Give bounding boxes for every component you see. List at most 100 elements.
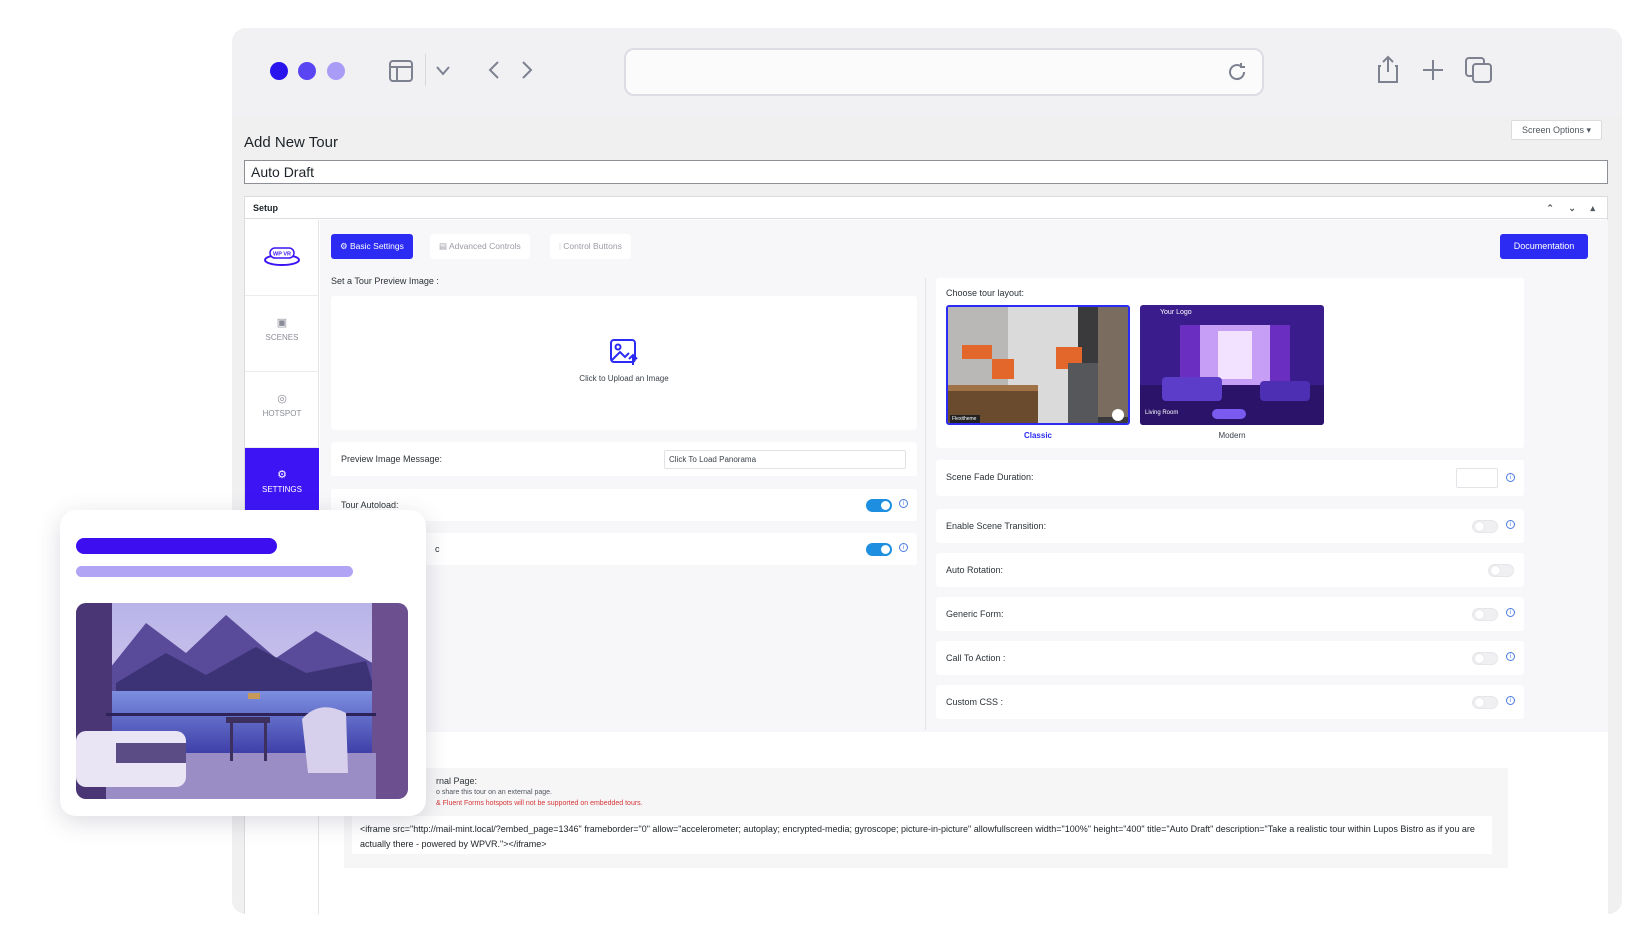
call-to-action-row: Call To Action : i <box>936 641 1524 675</box>
call-to-action-toggle[interactable] <box>1472 652 1498 665</box>
toolbar-divider <box>425 54 426 86</box>
preview-message-value: Click To Load Panorama <box>669 455 757 464</box>
info-icon[interactable]: i <box>899 499 908 508</box>
sidebar-item-label: HOTSPOT <box>262 409 302 418</box>
embed-code-field[interactable]: <iframe src="http://mail-mint.local/?emb… <box>352 816 1492 854</box>
auto-rotation-label: Auto Rotation: <box>946 565 1004 575</box>
generic-form-label: Generic Form: <box>946 609 1004 619</box>
enable-scene-transition-row: Enable Scene Transition: i <box>936 509 1524 543</box>
preview-message-input[interactable]: Click To Load Panorama <box>664 450 906 469</box>
new-tab-plus-icon[interactable] <box>1421 58 1445 82</box>
sidebar-item-label: SETTINGS <box>261 485 302 494</box>
tab-label: Advanced Controls <box>448 241 521 251</box>
setting-toggle[interactable] <box>866 543 892 556</box>
placeholder-title-bar <box>76 538 277 554</box>
preview-image-upload[interactable]: Click to Upload an Image <box>331 296 917 430</box>
sidebar-item-label: SCENES <box>265 333 299 342</box>
back-arrow-icon[interactable] <box>487 60 501 80</box>
window-minimize-dot[interactable] <box>298 62 316 80</box>
sidebar-item-hotspot[interactable]: ◎ HOTSPOT <box>245 372 319 448</box>
preview-message-row: Preview Image Message: Click To Load Pan… <box>331 442 917 476</box>
layout-classic-caption[interactable]: Classic <box>946 431 1130 440</box>
chevron-down-icon[interactable] <box>435 64 451 78</box>
wp-admin-page: Screen Options ▾ Add New Tour Auto Draft… <box>232 116 1622 914</box>
setup-label: Setup <box>253 203 279 213</box>
tour-title-input[interactable]: Auto Draft <box>244 160 1608 184</box>
screen-options-button[interactable]: Screen Options ▾ <box>1510 120 1602 140</box>
tab-advanced-controls[interactable]: ▤ Advanced Controls <box>430 234 530 259</box>
info-icon[interactable]: i <box>1506 608 1515 617</box>
forward-arrow-icon[interactable] <box>520 60 534 80</box>
classic-preview-image <box>948 307 1128 423</box>
upload-text: Click to Upload an Image <box>579 374 669 383</box>
embed-box: rnal Page: o share this tour on an exter… <box>344 768 1508 868</box>
sidebar-item-scenes[interactable]: ▣ SCENES <box>245 296 319 372</box>
modern-room-label: Living Room <box>1145 410 1179 416</box>
floating-preview-card <box>60 510 426 816</box>
preview-image-label: Set a Tour Preview Image : <box>331 276 439 286</box>
settings-icon: ⚙ <box>340 241 348 251</box>
tabs-overview-icon[interactable] <box>1464 56 1494 84</box>
embed-warning: & Fluent Forms hotspots will not be supp… <box>436 800 643 807</box>
page-title: Add New Tour <box>244 134 338 151</box>
embed-description: o share this tour on an external page. <box>436 789 552 796</box>
tab-control-buttons[interactable]: ⦙ Control Buttons <box>550 234 631 259</box>
documentation-button[interactable]: Documentation <box>1500 234 1588 259</box>
column-divider <box>925 278 926 730</box>
wpvr-logo-icon: WP VR <box>264 247 300 266</box>
classic-badge: Flexitheme <box>952 416 977 422</box>
browser-window: Screen Options ▾ Add New Tour Auto Draft… <box>232 28 1622 914</box>
tab-label: Basic Settings <box>350 241 404 251</box>
layout-label: Choose tour layout: <box>946 288 1025 298</box>
window-maximize-dot[interactable] <box>327 62 345 80</box>
scene-fade-input[interactable] <box>1456 468 1498 488</box>
wpvr-logo-text: WP VR <box>273 252 291 258</box>
tour-autoload-toggle[interactable] <box>866 499 892 512</box>
wpvr-logo: WP VR <box>245 220 319 296</box>
address-bar[interactable] <box>624 48 1264 96</box>
tab-basic-settings[interactable]: ⚙ Basic Settings <box>331 234 413 259</box>
modern-logo-text: Your Logo <box>1160 309 1192 316</box>
image-upload-icon <box>610 339 638 365</box>
setup-header[interactable]: Setup ⌃ ⌄ ▴ <box>245 197 1607 219</box>
layout-modern-thumb[interactable]: Your Logo Living Room <box>1140 305 1324 425</box>
panorama-preview-image <box>76 603 408 799</box>
scene-fade-label: Scene Fade Duration: <box>946 472 1034 482</box>
placeholder-subtitle-bar <box>76 566 353 577</box>
info-icon[interactable]: i <box>1506 696 1515 705</box>
auto-rotation-row: Auto Rotation: <box>936 553 1524 587</box>
metabox-arrows[interactable]: ⌃ ⌄ ▴ <box>1546 197 1601 219</box>
lake-balcony-illustration <box>76 603 408 799</box>
controls-icon: ▤ <box>439 241 448 251</box>
info-icon[interactable]: i <box>1506 473 1515 482</box>
info-icon[interactable]: i <box>1506 652 1515 661</box>
reload-icon[interactable] <box>1226 61 1248 83</box>
window-close-dot[interactable] <box>270 62 288 80</box>
auto-rotation-toggle[interactable] <box>1488 564 1514 577</box>
share-icon[interactable] <box>1376 54 1400 84</box>
scene-fade-duration-row: Scene Fade Duration: i <box>936 460 1524 496</box>
image-icon: ▣ <box>276 317 288 329</box>
embed-title: rnal Page: <box>436 776 478 786</box>
info-icon[interactable]: i <box>1506 520 1515 529</box>
tab-label: Control Buttons <box>563 241 622 251</box>
buttons-icon: ⦙ <box>559 241 561 251</box>
embed-section: rnal Page: o share this tour on an exter… <box>320 732 1608 914</box>
layout-modern-caption[interactable]: Modern <box>1140 431 1324 440</box>
tour-layout-chooser: Choose tour layout: Flexitheme Classic Y… <box>936 278 1524 448</box>
generic-form-toggle[interactable] <box>1472 608 1498 621</box>
setting-row-label: c <box>435 544 440 554</box>
gear-icon: ⚙ <box>277 469 287 481</box>
browser-toolbar <box>232 28 1622 116</box>
call-to-action-label: Call To Action : <box>946 653 1006 663</box>
scene-transition-toggle[interactable] <box>1472 520 1498 533</box>
sidebar-toggle-icon[interactable] <box>388 58 414 84</box>
info-icon[interactable]: i <box>899 543 908 552</box>
settings-content: ⚙ Basic Settings ▤ Advanced Controls ⦙ C… <box>320 220 1608 914</box>
layout-classic-thumb[interactable]: Flexitheme <box>946 305 1130 425</box>
hotspot-icon: ◎ <box>277 393 287 405</box>
scene-transition-label: Enable Scene Transition: <box>946 521 1047 531</box>
generic-form-row: Generic Form: i <box>936 597 1524 631</box>
setup-metabox: Setup ⌃ ⌄ ▴ WP VR ▣ SCENES ◎ HOTSPOT ⚙ S… <box>244 196 1608 914</box>
custom-css-toggle[interactable] <box>1472 696 1498 709</box>
